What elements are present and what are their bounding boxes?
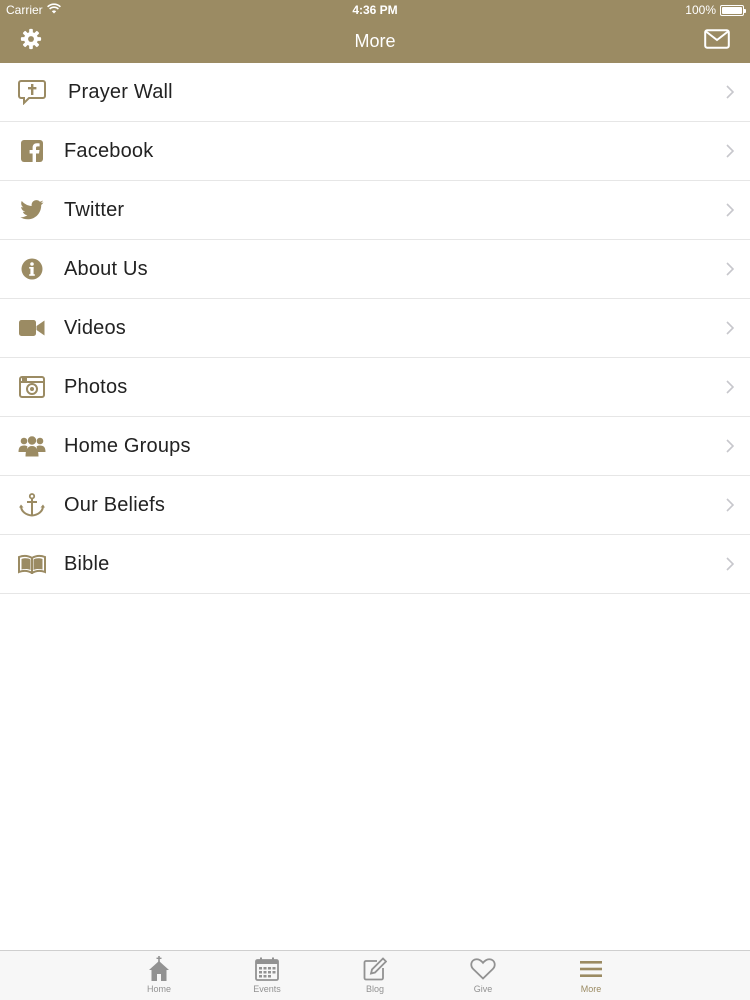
menu-item-about-us[interactable]: About Us	[0, 240, 750, 299]
tab-home[interactable]: Home	[105, 951, 213, 1000]
info-circle-icon	[18, 255, 46, 283]
menu-item-twitter[interactable]: Twitter	[0, 181, 750, 240]
status-time: 4:36 PM	[352, 3, 398, 17]
tab-label: Home	[146, 984, 171, 994]
tab-label: Events	[253, 984, 281, 994]
edit-pencil-icon	[362, 956, 388, 982]
menu-item-videos[interactable]: Videos	[0, 299, 750, 358]
menu-item-label: Home Groups	[64, 434, 191, 457]
tab-events[interactable]: Events	[213, 951, 321, 1000]
tab-blog[interactable]: Blog	[321, 951, 429, 1000]
tab-give[interactable]: Give	[429, 951, 537, 1000]
menu-item-facebook[interactable]: Facebook	[0, 122, 750, 181]
status-bar: Carrier 4:36 PM 100%	[0, 0, 750, 20]
menu-item-home-groups[interactable]: Home Groups	[0, 417, 750, 476]
mail-button[interactable]	[700, 26, 734, 56]
envelope-icon	[704, 28, 730, 54]
menu-item-label: Prayer Wall	[68, 80, 173, 103]
chevron-right-icon	[724, 261, 736, 277]
battery-percent: 100%	[685, 3, 716, 17]
chevron-right-icon	[724, 438, 736, 454]
tab-label: Give	[473, 984, 493, 994]
header-background: Carrier 4:36 PM 100% More	[0, 0, 750, 63]
chevron-right-icon	[724, 556, 736, 572]
menu-item-label: Facebook	[64, 139, 154, 162]
users-group-icon	[18, 432, 46, 460]
video-camera-icon	[18, 314, 46, 342]
menu-item-prayer-wall[interactable]: Prayer Wall	[0, 63, 750, 122]
nav-bar: More	[0, 20, 750, 63]
menu-lines-icon	[578, 956, 604, 982]
tab-more[interactable]: More	[537, 951, 645, 1000]
twitter-bird-icon	[18, 196, 46, 224]
chevron-right-icon	[724, 320, 736, 336]
menu-item-label: About Us	[64, 257, 148, 280]
chevron-right-icon	[724, 143, 736, 159]
calendar-icon	[254, 956, 280, 982]
screen: Carrier 4:36 PM 100% More Prayer Wall Fa…	[0, 0, 750, 1000]
tab-label: More	[580, 984, 602, 994]
church-icon	[146, 956, 172, 982]
camera-icon	[18, 373, 46, 401]
menu-item-label: Photos	[64, 375, 128, 398]
battery-icon	[720, 4, 746, 16]
heart-icon	[470, 956, 496, 982]
menu-item-label: Bible	[64, 552, 110, 575]
chevron-right-icon	[724, 84, 736, 100]
tab-bar: Home Events Blog Give More	[0, 950, 750, 1000]
prayer-speech-cross-icon	[18, 78, 46, 106]
menu-item-our-beliefs[interactable]: Our Beliefs	[0, 476, 750, 535]
anchor-icon	[18, 491, 46, 519]
menu-item-label: Our Beliefs	[64, 493, 166, 516]
chevron-right-icon	[724, 202, 736, 218]
status-right: 100%	[685, 3, 746, 17]
tab-label: Blog	[365, 984, 384, 994]
chevron-right-icon	[724, 497, 736, 513]
open-book-icon	[18, 550, 46, 578]
menu-item-photos[interactable]: Photos	[0, 358, 750, 417]
menu-item-bible[interactable]: Bible	[0, 535, 750, 594]
tab-list: Home Events Blog Give More	[105, 951, 645, 1000]
chevron-right-icon	[724, 379, 736, 395]
menu-list: Prayer Wall Facebook Twitter About Us Vi…	[0, 63, 750, 594]
menu-item-label: Twitter	[64, 198, 125, 221]
page-title: More	[354, 31, 396, 51]
menu-item-label: Videos	[64, 316, 126, 339]
battery-fill	[722, 6, 742, 14]
facebook-icon	[18, 137, 46, 165]
